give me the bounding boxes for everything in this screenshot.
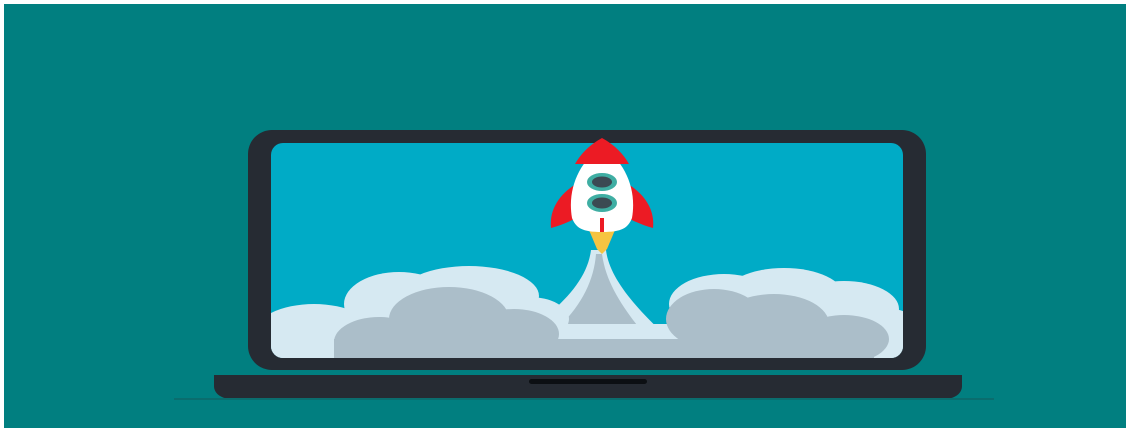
rocket-window-top xyxy=(592,176,612,188)
illustration-panel xyxy=(4,4,1126,428)
image-frame xyxy=(0,0,1128,432)
rocket-window-bottom xyxy=(592,197,612,209)
laptop-base xyxy=(214,375,962,399)
laptop-base-notch xyxy=(529,379,647,384)
rocket-launch-illustration xyxy=(174,130,994,400)
ground-shadow xyxy=(174,398,994,400)
rocket-center-fin xyxy=(600,218,604,232)
